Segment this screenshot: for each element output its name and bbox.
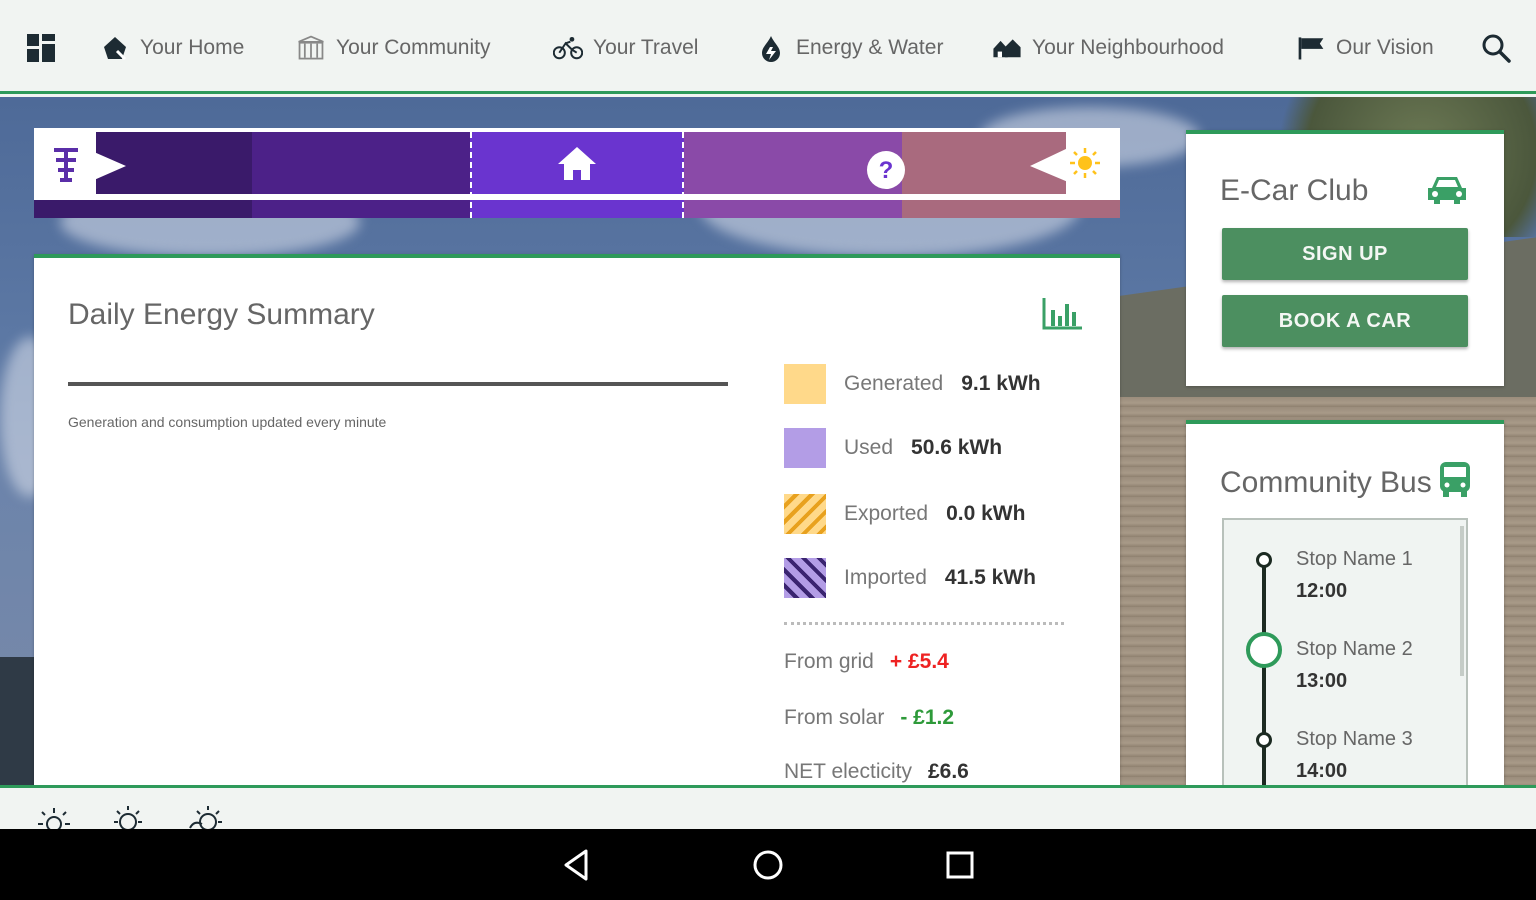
net-label: NET electicity (784, 760, 912, 783)
from-grid-value: + £5.4 (889, 650, 949, 673)
nav-label: Your Travel (593, 36, 699, 59)
stop-name: Stop Name 1 (1296, 548, 1413, 570)
net-value: £6.6 (927, 760, 969, 783)
sun-weather-icon (38, 808, 70, 829)
nav-energy-water[interactable]: Energy & Water (756, 28, 943, 68)
svg-text:?: ? (879, 157, 894, 184)
legend-label: Imported (844, 566, 927, 589)
nav-label: Your Home (140, 36, 245, 59)
back-icon[interactable] (558, 845, 598, 885)
ecar-club-card: E-Car Club SIGN UP BOOK A CAR (1186, 130, 1504, 386)
flag-icon (1296, 33, 1326, 63)
nav-label: Our Vision (1336, 36, 1434, 59)
legend-label: Exported (844, 502, 929, 525)
home-pencil-icon (100, 33, 130, 63)
legend-value: 9.1 kWh (961, 372, 1041, 395)
divider (784, 622, 1064, 625)
generated-swatch (784, 364, 826, 404)
stop-time: 12:00 (1296, 580, 1348, 602)
logo-icon (54, 148, 78, 182)
energy-summary-card: Daily Energy Summary Generation and cons… (34, 254, 1120, 785)
journey-banner: ? (34, 128, 1120, 220)
legend-value: 0.0 kWh (946, 502, 1026, 525)
community-bus-card: Community Bus Stop Name 1 12:00 Stop Nam… (1186, 420, 1504, 786)
from-solar-label: From solar (784, 706, 885, 729)
stop-time: 13:00 (1296, 670, 1348, 692)
legend-used: Used 50.6 kWh (784, 428, 1002, 468)
nav-label: Energy & Water (796, 36, 944, 59)
help-icon[interactable]: ? (866, 150, 906, 190)
timeline-scrollbar[interactable] (1460, 526, 1464, 676)
stop-name: Stop Name 3 (1296, 728, 1413, 750)
top-navigation: Your Home Your Community Your Travel Ene… (0, 0, 1536, 94)
partly-cloudy-icon (114, 806, 142, 829)
exported-swatch (784, 494, 826, 534)
ecar-title: E-Car Club (1220, 174, 1369, 207)
energy-update-note: Generation and consumption updated every… (68, 414, 387, 430)
cloudy-sun-icon (189, 806, 222, 829)
home-icon[interactable] (556, 144, 598, 182)
current-stop-marker (1246, 632, 1282, 668)
stop-marker (1256, 732, 1272, 748)
energy-water-icon (756, 33, 786, 63)
legend-imported: Imported 41.5 kWh (784, 558, 1036, 598)
nav-your-home[interactable]: Your Home (100, 28, 244, 68)
energy-progress-line (68, 382, 728, 386)
search-icon[interactable] (1480, 32, 1512, 64)
book-a-car-button[interactable]: BOOK A CAR (1222, 295, 1468, 347)
legend-value: 41.5 kWh (944, 566, 1036, 589)
sun-icon (1070, 148, 1100, 178)
bus-icon (1440, 462, 1470, 497)
bus-title: Community Bus (1220, 466, 1432, 499)
energy-title: Daily Energy Summary (68, 298, 375, 331)
bar-chart-icon[interactable] (1042, 296, 1084, 330)
bicycle-icon (553, 33, 583, 63)
from-solar-row: From solar - £1.2 (784, 706, 954, 730)
from-grid-row: From grid + £5.4 (784, 650, 949, 674)
stop-name: Stop Name 2 (1296, 638, 1413, 660)
nav-label: Your Neighbourhood (1032, 36, 1224, 59)
sign-up-button[interactable]: SIGN UP (1222, 228, 1468, 280)
dashboard-grid-icon[interactable] (27, 34, 55, 62)
stop-time: 14:00 (1296, 760, 1348, 782)
nav-label: Your Community (336, 36, 491, 59)
nav-your-travel[interactable]: Your Travel (553, 28, 698, 68)
net-electricity-row: NET electicity £6.6 (784, 760, 969, 784)
legend-exported: Exported 0.0 kWh (784, 494, 1025, 534)
houses-icon (992, 33, 1022, 63)
nav-your-neighbourhood[interactable]: Your Neighbourhood (992, 28, 1224, 68)
legend-value: 50.6 kWh (911, 436, 1003, 459)
imported-swatch (784, 558, 826, 598)
weather-strip (0, 785, 1536, 829)
community-building-icon (296, 33, 326, 63)
legend-label: Used (844, 436, 894, 459)
from-solar-value: - £1.2 (900, 706, 955, 729)
bus-timeline[interactable]: Stop Name 1 12:00 Stop Name 2 13:00 Stop… (1222, 518, 1468, 786)
nav-our-vision[interactable]: Our Vision (1296, 28, 1434, 68)
from-grid-label: From grid (784, 650, 874, 673)
legend-generated: Generated 9.1 kWh (784, 364, 1041, 404)
system-navigation-bar (0, 829, 1536, 900)
car-icon (1428, 177, 1466, 204)
route-line (1262, 560, 1266, 786)
used-swatch (784, 428, 826, 468)
legend-label: Generated (844, 372, 944, 395)
nav-your-community[interactable]: Your Community (296, 28, 490, 68)
recents-icon[interactable] (940, 845, 980, 885)
home-circle-icon[interactable] (748, 845, 788, 885)
stop-marker (1256, 552, 1272, 568)
